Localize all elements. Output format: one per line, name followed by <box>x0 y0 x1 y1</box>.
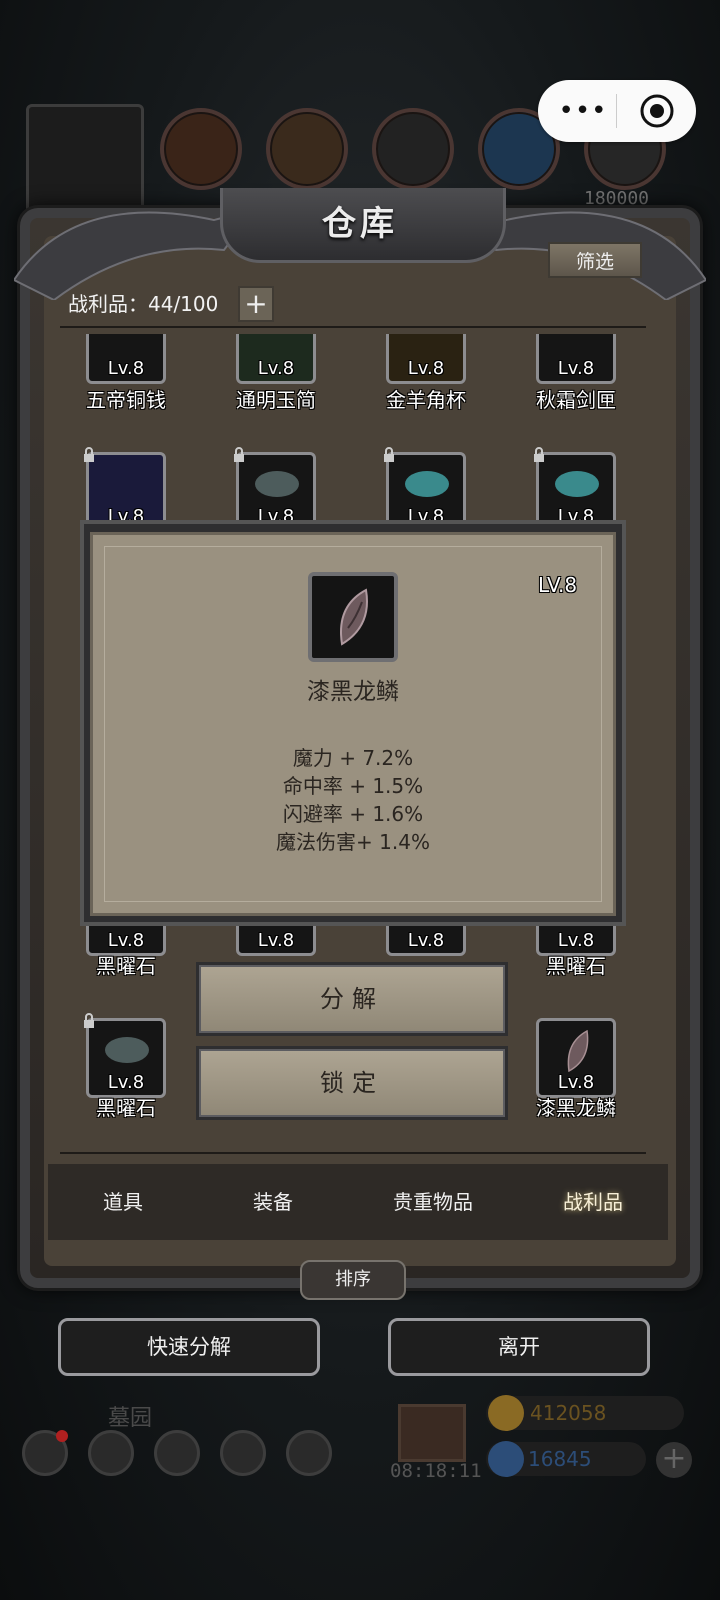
item-slot[interactable]: Lv.8 <box>386 334 466 384</box>
filter-button[interactable]: 筛选 <box>548 242 642 278</box>
graveyard-label: 墓园 <box>108 1406 153 1431</box>
dragon-scale-icon <box>340 588 368 646</box>
star-icon[interactable] <box>88 1430 134 1476</box>
item-name: 黑曜石 <box>96 1096 156 1120</box>
category-tabs: 道具 装备 贵重物品 战利品 <box>48 1164 668 1240</box>
wood-icon <box>266 108 348 190</box>
notification-dot <box>56 1430 68 1442</box>
add-currency-button[interactable]: + <box>656 1442 692 1478</box>
detail-stat: 魔法伤害+ 1.4% <box>276 830 430 854</box>
item-name: 黑曜石 <box>96 954 156 978</box>
loot-count: 战利品：44/100 <box>68 292 219 316</box>
item-row-clip: Lv.8 Lv.8 Lv.8 Lv.8 <box>44 334 676 384</box>
gem-icon <box>488 1441 524 1477</box>
lock-button[interactable]: 锁定 <box>196 1046 508 1120</box>
iron-icon <box>372 108 454 190</box>
item-name: 金羊角杯 <box>386 388 466 412</box>
detail-stat: 闪避率 + 1.6% <box>282 802 424 826</box>
sort-button[interactable]: 排序 <box>300 1260 406 1300</box>
gold-amount: 412058 <box>530 1401 607 1425</box>
gift-icon[interactable] <box>398 1404 466 1462</box>
close-miniprogram-button[interactable] <box>638 92 676 130</box>
jade-stone-icon <box>555 471 599 497</box>
lock-icon <box>384 447 394 462</box>
leather-icon <box>160 108 242 190</box>
divider <box>60 1152 646 1154</box>
lock-icon <box>234 447 244 462</box>
item-level: Lv.8 <box>407 930 445 951</box>
gift-timer: 08:18:11 <box>390 1460 482 1482</box>
miniprogram-capsule: ••• <box>538 80 696 142</box>
item-level: Lv.8 <box>407 358 445 379</box>
item-level: Lv.8 <box>257 930 295 951</box>
jade-stone-icon <box>405 471 449 497</box>
tab-loot[interactable]: 战利品 <box>518 1164 668 1240</box>
item-level: Lv.8 <box>107 358 145 379</box>
more-menu-button[interactable]: ••• <box>558 92 608 130</box>
tab-valuables[interactable]: 贵重物品 <box>358 1164 508 1240</box>
quick-decompose-button[interactable]: 快速分解 <box>58 1318 320 1376</box>
lock-icon <box>534 447 544 462</box>
item-level: Lv.8 <box>557 358 595 379</box>
target-icon <box>640 94 674 128</box>
item-level: Lv.8 <box>257 358 295 379</box>
detail-level: LV.8 <box>538 573 578 597</box>
detail-name: 漆黑龙鳞 <box>307 679 399 705</box>
box-icon[interactable] <box>286 1430 332 1476</box>
item-slot[interactable]: Lv.8 <box>536 334 616 384</box>
item-name: 漆黑龙鳞 <box>536 1096 616 1120</box>
item-slot[interactable]: Lv.8 <box>84 1013 166 1098</box>
lock-icon <box>84 447 94 462</box>
detail-item-slot <box>308 572 398 662</box>
item-name: 通明玉简 <box>236 388 316 412</box>
detail-stat: 命中率 + 1.5% <box>282 774 424 798</box>
item-level: Lv.8 <box>557 930 595 951</box>
obsidian-stone-icon <box>255 471 299 497</box>
item-slot[interactable]: Lv.8 <box>236 334 316 384</box>
detail-stat: 魔力 + 7.2% <box>292 746 414 770</box>
tab-equipment[interactable]: 装备 <box>198 1164 348 1240</box>
gem-amount: 16845 <box>528 1447 592 1471</box>
item-level: Lv.8 <box>107 930 145 951</box>
expand-capacity-button[interactable]: + <box>238 286 274 322</box>
item-slot[interactable]: Lv.8 <box>536 1018 616 1098</box>
tab-items[interactable]: 道具 <box>48 1164 198 1240</box>
decompose-button[interactable]: 分解 <box>196 962 508 1036</box>
leave-button[interactable]: 离开 <box>388 1318 650 1376</box>
capsule-divider <box>616 94 617 128</box>
dragon-scale-icon <box>567 1029 589 1073</box>
lock-icon <box>84 1013 94 1028</box>
item-name: 黑曜石 <box>546 954 606 978</box>
item-name: 秋霜剑匣 <box>536 388 616 412</box>
item-name: 五帝铜钱 <box>86 388 166 412</box>
mail-icon[interactable] <box>220 1430 266 1476</box>
item-level: Lv.8 <box>107 1072 145 1093</box>
page-title: 仓库 <box>322 204 398 244</box>
item-slot[interactable]: Lv.8 <box>86 334 166 384</box>
gate-icon[interactable] <box>154 1430 200 1476</box>
item-level: Lv.8 <box>557 1072 595 1093</box>
obsidian-stone-icon <box>105 1037 149 1063</box>
gold-coin-icon <box>488 1395 524 1431</box>
divider <box>60 326 646 328</box>
